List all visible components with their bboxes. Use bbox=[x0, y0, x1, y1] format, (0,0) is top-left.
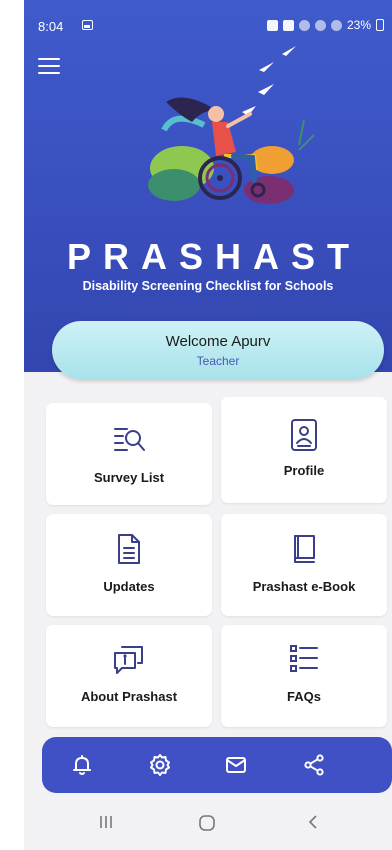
bottom-nav bbox=[42, 737, 392, 793]
tile-updates[interactable]: Updates bbox=[46, 514, 212, 616]
tile-profile[interactable]: Profile bbox=[221, 397, 387, 503]
gallery-notification-icon bbox=[82, 20, 93, 30]
system-navigation-bar bbox=[24, 796, 392, 850]
book-icon bbox=[294, 535, 315, 563]
hamburger-menu-icon[interactable] bbox=[38, 58, 60, 74]
status-time: 8:04 bbox=[38, 19, 64, 34]
wifi-icon bbox=[314, 19, 326, 31]
welcome-name: Welcome Apurv bbox=[165, 333, 271, 350]
status-icons: 23% bbox=[266, 18, 384, 32]
home-icon[interactable] bbox=[198, 814, 216, 832]
lock-icon bbox=[266, 19, 278, 31]
app-screen: 8:04 23% PRASHAST Disability Screening C… bbox=[24, 0, 392, 850]
document-icon bbox=[118, 534, 140, 564]
welcome-role: Teacher bbox=[196, 354, 240, 368]
info-chat-icon bbox=[114, 646, 143, 674]
gear-icon[interactable] bbox=[148, 753, 172, 777]
mute-icon bbox=[282, 19, 294, 31]
battery-percent: 23% bbox=[346, 18, 371, 32]
welcome-card: Welcome Apurv Teacher bbox=[52, 321, 384, 379]
tile-ebook[interactable]: Prashast e-Book bbox=[221, 514, 387, 616]
share-icon[interactable] bbox=[302, 753, 326, 777]
back-icon[interactable] bbox=[306, 814, 320, 830]
bell-icon[interactable] bbox=[70, 753, 94, 777]
tile-label: Profile bbox=[283, 463, 325, 478]
tile-label: Prashast e-Book bbox=[252, 579, 356, 594]
signal-icon bbox=[330, 19, 342, 31]
battery-icon bbox=[376, 19, 384, 31]
tile-label: Updates bbox=[103, 579, 155, 594]
tile-label: FAQs bbox=[287, 689, 321, 704]
status-bar: 8:04 23% bbox=[24, 0, 392, 36]
survey-list-icon bbox=[114, 428, 145, 451]
recent-apps-icon[interactable] bbox=[98, 814, 114, 830]
tile-label: About Prashast bbox=[80, 689, 178, 704]
mail-icon[interactable] bbox=[224, 753, 248, 777]
tile-faqs[interactable]: FAQs bbox=[221, 625, 387, 727]
dnd-icon bbox=[298, 19, 310, 31]
tile-label: Survey List bbox=[93, 470, 165, 485]
tile-survey-list[interactable]: Survey List bbox=[46, 403, 212, 505]
hero-illustration bbox=[148, 46, 315, 204]
list-icon bbox=[290, 645, 318, 672]
tile-about[interactable]: About Prashast bbox=[46, 625, 212, 727]
app-tagline: Disability Screening Checklist for Schoo… bbox=[82, 279, 334, 293]
profile-icon bbox=[291, 419, 317, 451]
header-banner: 8:04 23% PRASHAST Disability Screening C… bbox=[24, 0, 392, 372]
app-title: PRASHAST bbox=[66, 236, 362, 277]
